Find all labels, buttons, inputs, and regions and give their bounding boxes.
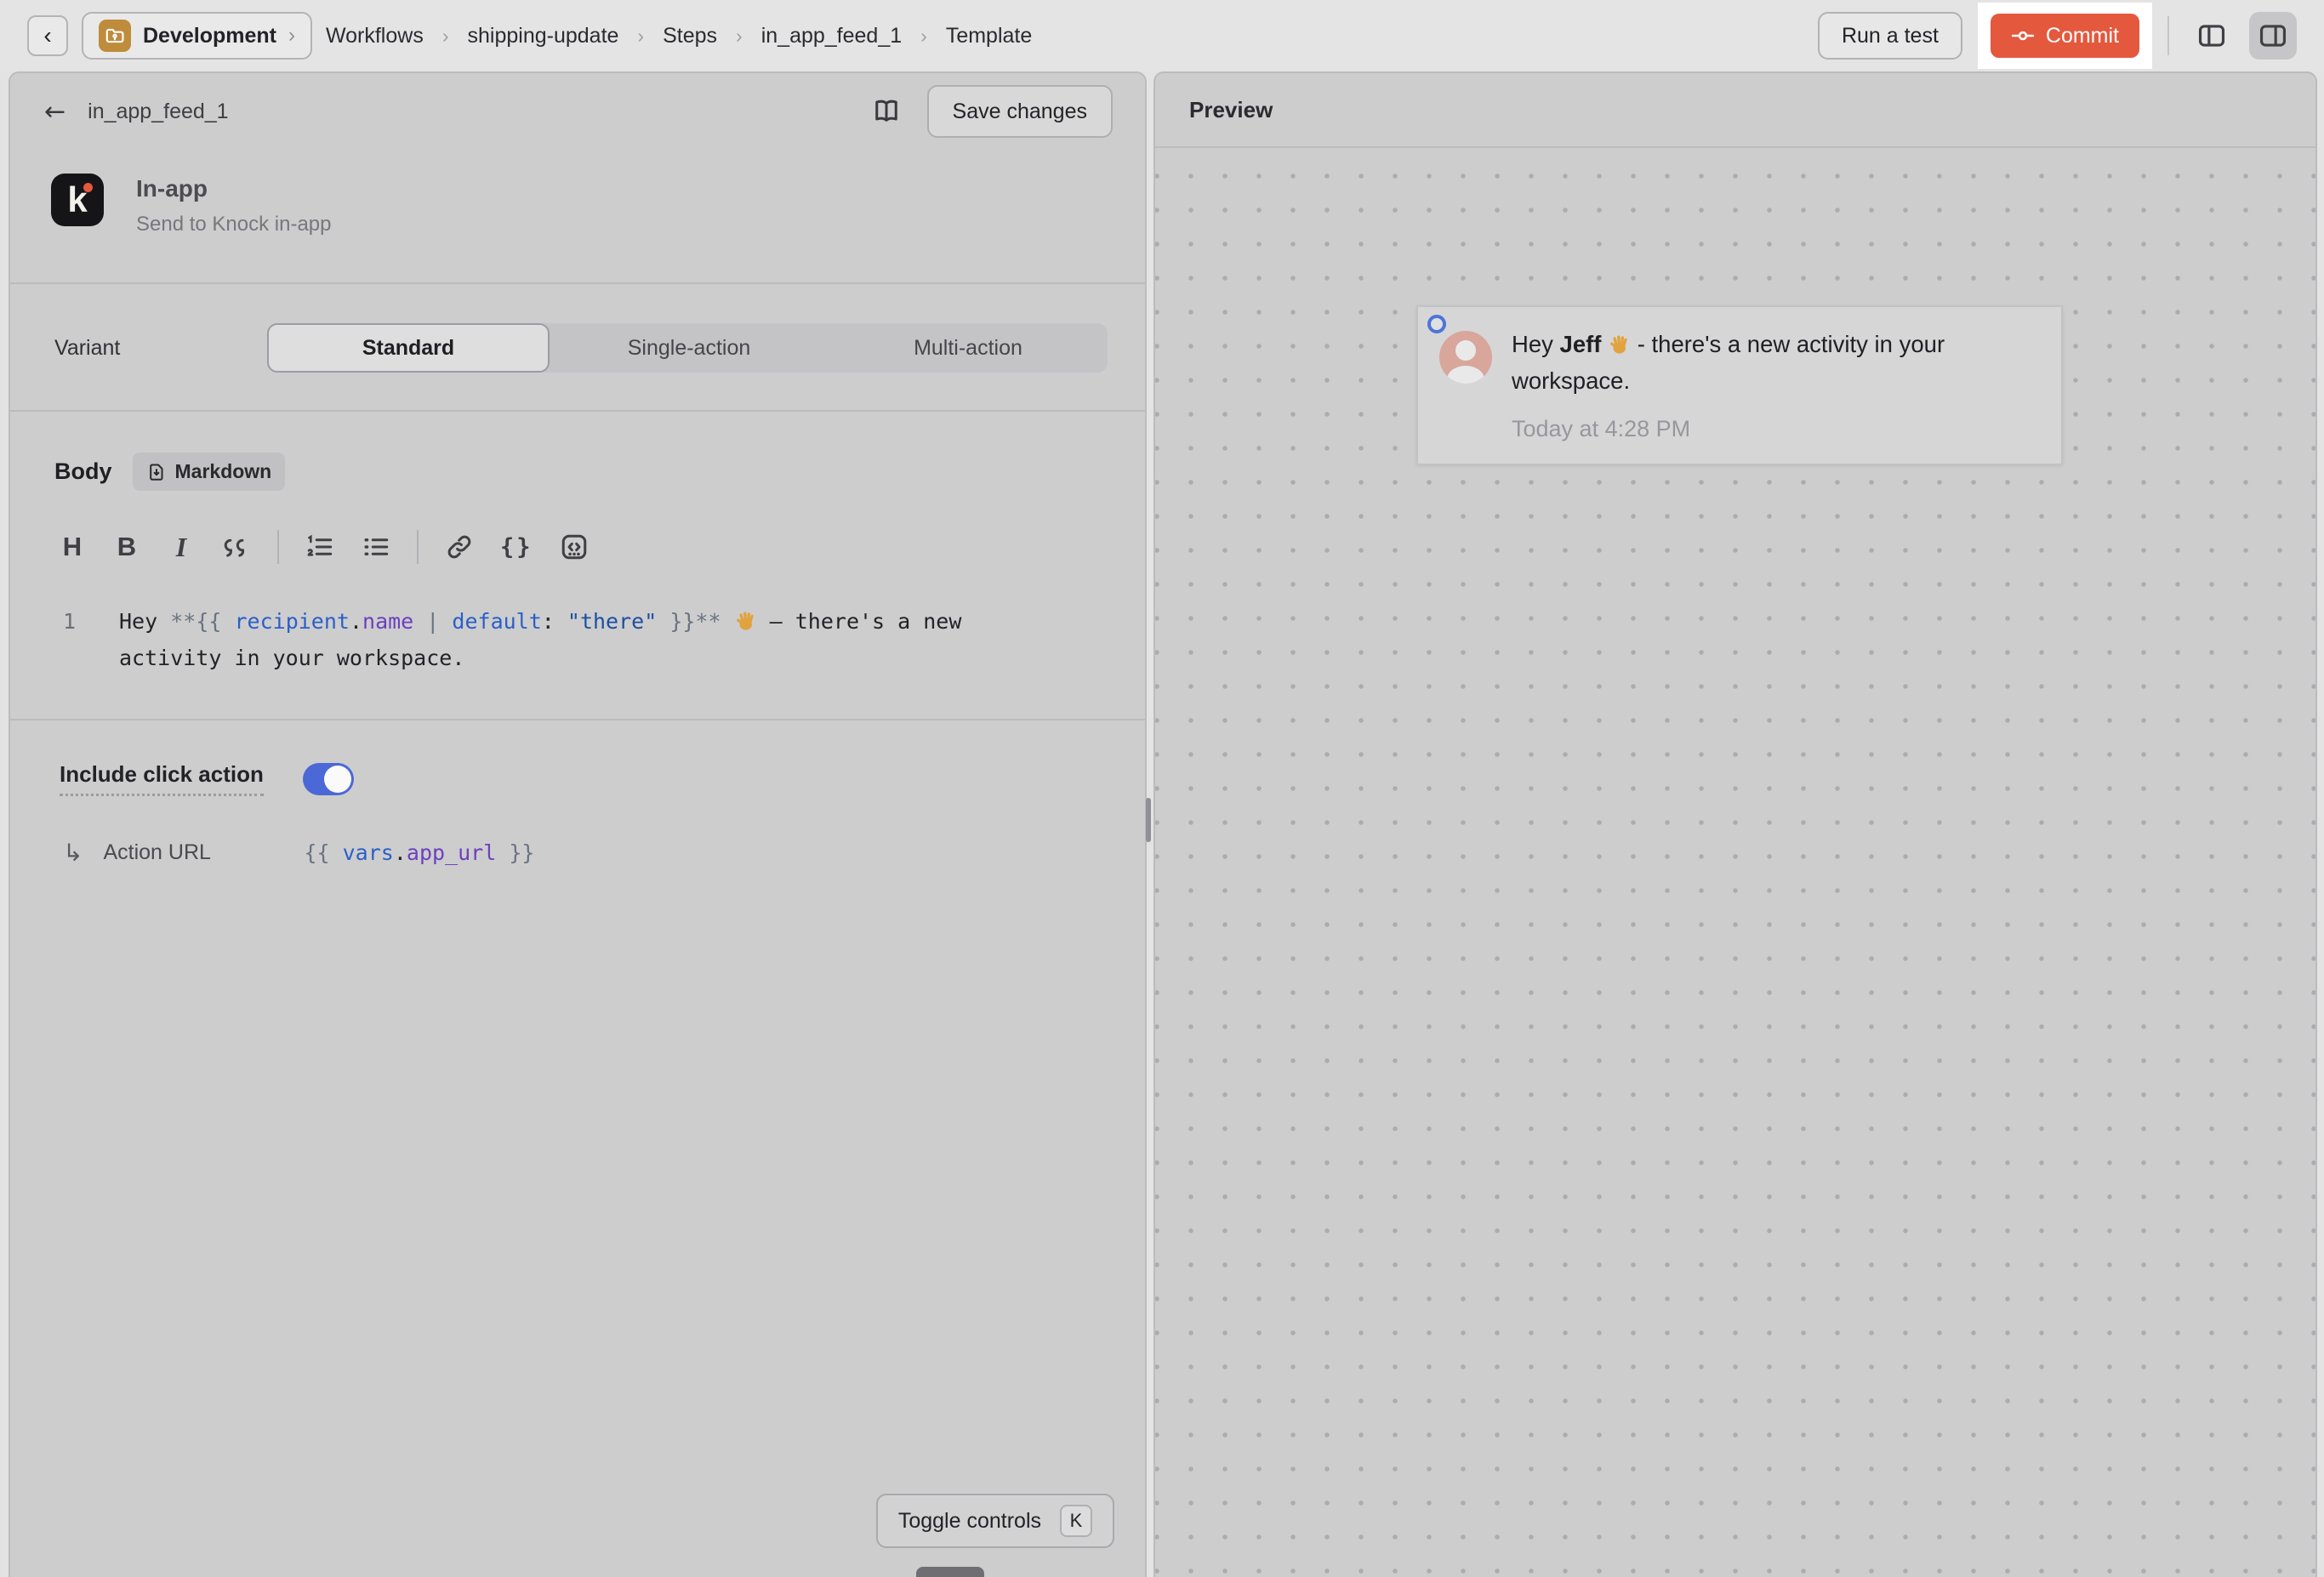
include-click-action-row: Include click action [10, 720, 1145, 796]
return-arrow-icon: ↳ [63, 839, 83, 867]
preview-panel: Preview Hey Jeff - there's a new activit… [1153, 71, 2317, 1577]
template-editor-panel: ← in_app_feed_1 Save changes k In-app Se… [9, 71, 1147, 1577]
channel-info: k In-app Send to Knock in-app [51, 174, 1111, 236]
breadcrumb-separator: › [442, 25, 449, 48]
docs-book-icon[interactable] [868, 93, 905, 130]
breadcrumb-workflow-name[interactable]: shipping-update [468, 24, 619, 48]
code-block-icon[interactable] [559, 530, 590, 564]
include-click-action-label: Include click action [60, 761, 264, 796]
back-chevron-icon: ‹ [43, 22, 51, 49]
body-section-header: Body Markdown [10, 412, 1145, 491]
preview-title: Preview [1189, 97, 1273, 123]
body-label: Body [54, 458, 112, 485]
heading-icon[interactable]: H [58, 530, 87, 564]
markdown-badge-label: Markdown [175, 460, 272, 483]
bold-icon[interactable]: B [112, 530, 141, 564]
preview-canvas: Hey Jeff - there's a new activity in you… [1155, 148, 2315, 1577]
braces-icon[interactable]: {} [500, 530, 533, 564]
ordered-list-icon[interactable] [305, 530, 335, 564]
step-title: in_app_feed_1 [88, 100, 228, 124]
breadcrumb-template[interactable]: Template [946, 24, 1032, 48]
action-url-label: Action URL [103, 840, 304, 865]
unread-indicator-dot [1427, 315, 1446, 333]
toolbar-divider [277, 530, 279, 564]
panel-left-icon [2196, 20, 2228, 52]
avatar [1439, 331, 1492, 384]
save-changes-button[interactable]: Save changes [927, 85, 1113, 138]
topbar-divider [2167, 16, 2169, 55]
channel-name: In-app [136, 175, 332, 202]
include-click-action-toggle[interactable] [303, 763, 354, 795]
italic-icon[interactable]: I [167, 530, 196, 564]
breadcrumb-step-name[interactable]: in_app_feed_1 [761, 24, 902, 48]
toggle-right-panel-button[interactable] [2249, 12, 2297, 60]
preview-header: Preview [1155, 73, 2315, 148]
notification-message: Hey Jeff - there's a new activity in you… [1512, 326, 2022, 399]
link-icon[interactable] [444, 530, 475, 564]
notification-timestamp: Today at 4:28 PM [1512, 416, 1690, 442]
variant-tab-multi-action[interactable]: Multi-action [829, 323, 1108, 373]
commit-label: Commit [2046, 24, 2119, 48]
line-number: 1 [10, 603, 119, 640]
environment-folder-icon [99, 20, 131, 52]
code-line[interactable]: activity in your workspace. [10, 640, 1145, 676]
action-url-value[interactable]: {{ vars.app_url }} [304, 840, 534, 865]
notification-card: Hey Jeff - there's a new activity in you… [1416, 305, 2063, 465]
breadcrumb-steps[interactable]: Steps [663, 24, 717, 48]
wave-emoji-icon [734, 610, 757, 633]
panel-right-icon [2257, 20, 2289, 52]
variant-label: Variant [54, 336, 267, 361]
chevron-right-icon: › [288, 24, 295, 48]
variant-tab-single-action[interactable]: Single-action [550, 323, 829, 373]
variant-segmented-control: Standard Single-action Multi-action [267, 323, 1108, 373]
code-line-1[interactable]: Hey **{{ recipient.name | default: "ther… [119, 603, 961, 640]
back-arrow-button[interactable]: ← [44, 97, 66, 127]
action-url-row: ↳ Action URL {{ vars.app_url }} [10, 796, 1145, 867]
toggle-controls-button[interactable]: Toggle controls K [876, 1494, 1114, 1548]
blockquote-icon[interactable] [221, 530, 252, 564]
recipient-name: Jeff [1560, 331, 1602, 357]
variant-tab-standard[interactable]: Standard [267, 323, 550, 373]
breadcrumb-separator: › [920, 25, 927, 48]
commit-button[interactable]: Commit [1991, 14, 2139, 58]
editor-panel-header: ← in_app_feed_1 Save changes [10, 73, 1145, 138]
panel-resize-handle[interactable] [1146, 798, 1151, 842]
environment-label: Development [143, 24, 276, 48]
markdown-format-badge[interactable]: Markdown [133, 453, 286, 491]
commit-icon [2011, 24, 2035, 48]
toggle-controls-label: Toggle controls [898, 1509, 1041, 1534]
breadcrumb-separator: › [637, 25, 644, 48]
bullet-list-icon[interactable] [361, 530, 391, 564]
toolbar-divider [417, 530, 419, 564]
variant-row: Variant Standard Single-action Multi-act… [10, 284, 1145, 373]
environment-switcher[interactable]: Development › [82, 12, 312, 60]
back-button[interactable]: ‹ [27, 15, 68, 56]
breadcrumb-separator: › [736, 25, 743, 48]
run-a-test-button[interactable]: Run a test [1818, 12, 1962, 60]
line-number [10, 640, 119, 676]
knock-logo-icon: k [51, 174, 104, 226]
commit-highlight-box: Commit [1978, 3, 2152, 69]
body-code-editor[interactable]: 1 Hey **{{ recipient.name | default: "th… [10, 603, 1145, 676]
channel-description: Send to Knock in-app [136, 213, 332, 236]
knock-logo-letter: k [67, 182, 87, 218]
wave-emoji-icon [1608, 333, 1631, 356]
code-line-1-wrap[interactable]: activity in your workspace. [119, 640, 464, 676]
toggle-left-panel-button[interactable] [2188, 12, 2236, 60]
code-line[interactable]: 1 Hey **{{ recipient.name | default: "th… [10, 603, 1145, 640]
breadcrumb-workflows[interactable]: Workflows [326, 24, 424, 48]
breadcrumb: Workflows › shipping-update › Steps › in… [326, 24, 1032, 48]
markdown-file-icon [146, 462, 167, 482]
keyboard-shortcut-badge: K [1060, 1505, 1092, 1537]
top-bar: ‹ Development › Workflows › shipping-upd… [0, 0, 2324, 71]
formatting-toolbar: H B I [10, 491, 1145, 564]
